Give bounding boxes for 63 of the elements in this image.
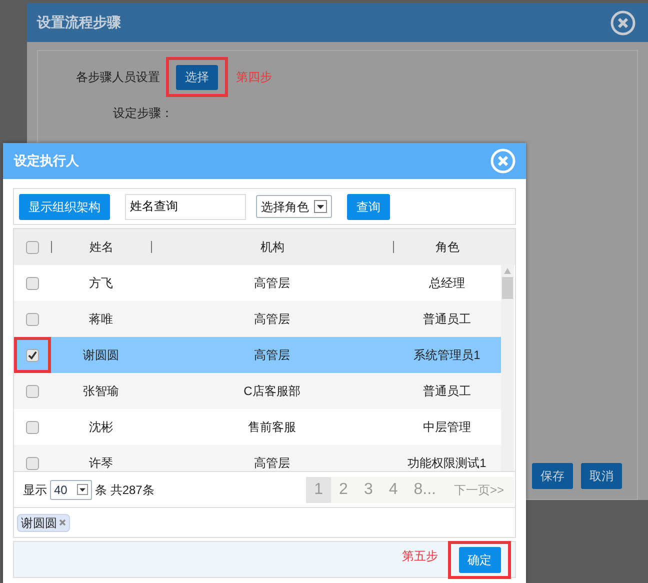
table-cell-text: 方飞 [89,275,113,292]
org-structure-button[interactable]: 显示组织架构 [19,194,110,220]
scroll-up-icon[interactable] [504,268,511,274]
table-cell-text: 售前客服 [248,419,296,436]
table-cell-text: 许琴 [89,455,113,471]
close-icon[interactable] [610,10,636,36]
field-label: 各步骤人员设置 [76,69,160,86]
page-link[interactable]: 2 [331,476,356,502]
table-cell-text: 蒋唯 [89,311,113,328]
checkbox[interactable] [26,456,39,470]
scrollbar[interactable] [501,265,514,471]
role-select[interactable]: 选择角色 [256,195,332,218]
table-cell-text: 系统管理员1 [414,347,480,364]
page-size-label: 显示 [23,482,47,498]
scroll-thumb[interactable] [502,277,513,299]
dropdown-icon [77,484,88,495]
table-cell-text: 张智瑜 [83,383,119,400]
checkbox[interactable] [26,348,39,362]
check-icon [28,350,37,360]
name-search-field[interactable]: 姓名查询 [125,194,246,220]
page-size-select[interactable]: 40 [50,480,92,500]
column-header: 机构 [260,239,284,256]
column-header: 姓名 [90,239,114,256]
table-cell-text: 普通员工 [423,383,471,400]
checkbox[interactable] [26,420,39,434]
next-page-link[interactable]: 下一页>> [444,476,514,502]
table-cell-text: 谢圆圆 [83,347,119,364]
confirm-button[interactable]: 确定 [458,546,500,572]
dialog-title: 设置流程步骤 [37,13,121,32]
selected-tag: 谢圆圆 [17,514,70,532]
select-button[interactable]: 选择 [176,64,218,90]
dialog-title: 设定执行人 [14,152,79,170]
checkbox[interactable] [26,384,39,398]
table-cell-text: 高管层 [254,455,290,471]
query-button[interactable]: 查询 [347,194,390,220]
table-cell-text: 沈彬 [89,419,113,436]
checkbox[interactable] [26,312,39,326]
table-cell-text: 高管层 [254,347,290,364]
column-header: 角色 [436,239,460,256]
table-row[interactable]: 许琴 高管层 功能权限测试1 [14,445,501,471]
table-cell-text: 功能权限测试1 [408,455,486,471]
step-note: 第五步 [402,548,438,565]
table-row[interactable]: 蒋唯 高管层 普通员工 [14,301,501,337]
page-link[interactable]: 8... [406,476,444,502]
table-row[interactable]: 谢圆圆 高管层 系统管理员1 [14,337,501,373]
step-note: 第四步 [236,69,272,86]
dialog-button[interactable]: 取消 [581,463,622,489]
dropdown-icon [314,200,327,213]
page-link[interactable]: 4 [380,476,406,502]
table-cell-text: 高管层 [254,275,290,292]
table-cell-text: 中层管理 [423,419,471,436]
checkbox[interactable] [26,276,39,290]
page-link[interactable]: 3 [356,476,381,502]
checkbox[interactable] [26,240,39,254]
table-cell-text: 高管层 [254,311,290,328]
table-cell-text: C店客服部 [244,383,300,400]
dialog-button[interactable]: 保存 [532,463,573,489]
table-row[interactable]: 张智瑜 C店客服部 普通员工 [14,373,501,409]
field-label: 设定步骤： [113,106,173,120]
table-cell-text: 总经理 [429,275,465,292]
table-cell-text: 普通员工 [423,311,471,328]
remove-icon[interactable] [59,519,66,526]
total-count: 条 共287条 [95,482,154,498]
